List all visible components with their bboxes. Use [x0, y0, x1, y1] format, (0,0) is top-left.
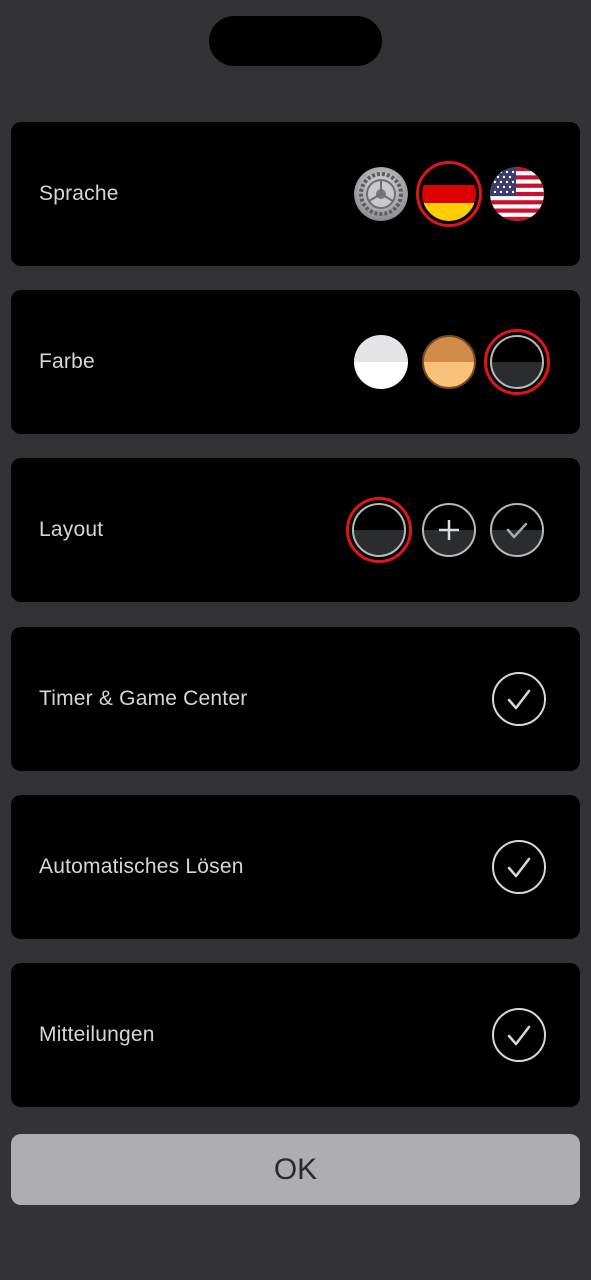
dark-layout-option[interactable]	[352, 503, 406, 557]
notifications-label: Mitteilungen	[39, 1023, 155, 1046]
light-theme-option[interactable]	[354, 335, 408, 389]
auto-solve-label: Automatisches Lösen	[39, 855, 244, 878]
notifications-toggle[interactable]	[492, 1008, 546, 1062]
color-label: Farbe	[39, 350, 95, 373]
checkmark-icon	[507, 857, 531, 878]
plus-icon	[439, 520, 459, 540]
check-layout-option[interactable]	[490, 503, 544, 557]
system-settings-icon[interactable]	[354, 167, 408, 221]
language-card: Sprache	[11, 122, 580, 266]
layout-label: Layout	[39, 518, 104, 541]
german-flag-icon[interactable]	[422, 167, 476, 221]
auto-solve-toggle[interactable]	[492, 840, 546, 894]
layout-card: Layout	[11, 458, 580, 602]
timer-card: Timer & Game Center	[11, 627, 580, 771]
checkmark-icon	[506, 522, 528, 539]
checkmark-icon	[507, 689, 531, 710]
auto-solve-card: Automatisches Lösen	[11, 795, 580, 939]
dark-theme-option[interactable]	[490, 335, 544, 389]
ok-button[interactable]: OK	[11, 1134, 580, 1205]
color-card: Farbe	[11, 290, 580, 434]
timer-label: Timer & Game Center	[39, 687, 248, 710]
language-label: Sprache	[39, 182, 119, 205]
notifications-card: Mitteilungen	[11, 963, 580, 1107]
checkmark-icon	[507, 1025, 531, 1046]
timer-toggle[interactable]	[492, 672, 546, 726]
dynamic-island	[209, 16, 382, 66]
us-flag-icon[interactable]	[490, 167, 544, 221]
orange-theme-option[interactable]	[422, 335, 476, 389]
plus-layout-option[interactable]	[422, 503, 476, 557]
settings-screen: Sprache Farbe Layout Timer & Game Center…	[0, 0, 591, 1280]
